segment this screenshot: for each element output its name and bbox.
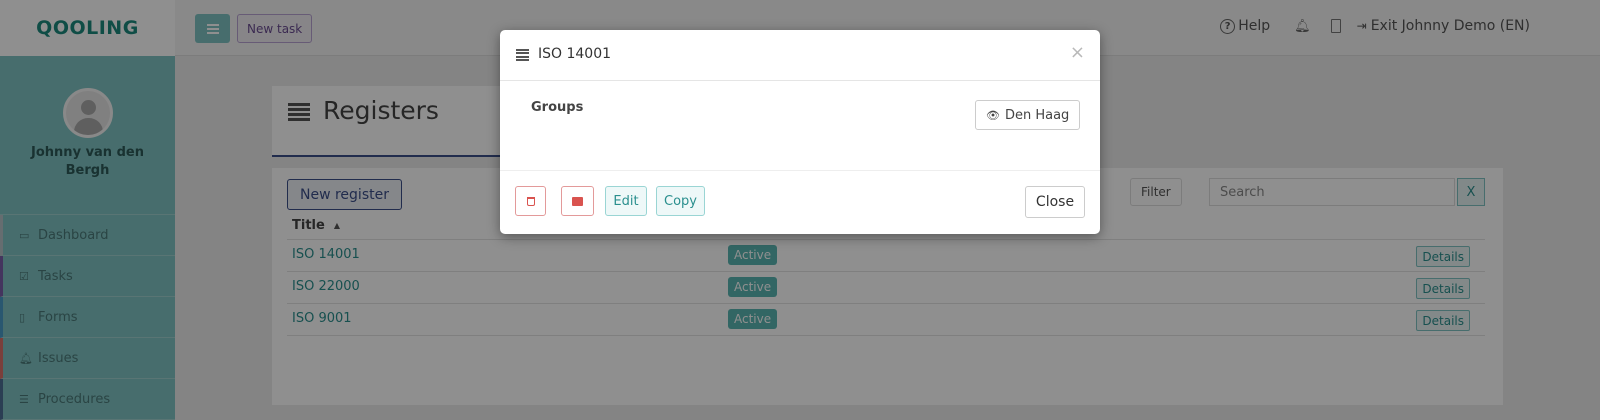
modal-header: ISO 14001 × — [500, 30, 1100, 81]
close-icon[interactable]: × — [1070, 42, 1085, 63]
copy-button[interactable]: Copy — [656, 186, 705, 216]
trash-icon — [526, 196, 535, 206]
groups-label: Groups — [531, 100, 584, 115]
list-icon — [516, 49, 529, 61]
group-den-haag-button[interactable]: 👁︎ Den Haag — [975, 100, 1081, 130]
modal-footer: Edit Copy Close — [500, 170, 1100, 234]
close-button[interactable]: Close — [1025, 186, 1085, 218]
edit-button[interactable]: Edit — [605, 186, 647, 216]
modal-title: ISO 14001 — [538, 46, 612, 62]
delete-button[interactable] — [515, 186, 546, 216]
register-modal: ISO 14001 × Groups 👁︎ Den Haag Edit Copy… — [500, 30, 1100, 234]
archive-button[interactable] — [561, 186, 594, 216]
group-label: Den Haag — [1004, 107, 1070, 123]
eye-icon: 👁︎ — [986, 108, 1000, 122]
archive-icon — [572, 196, 583, 206]
